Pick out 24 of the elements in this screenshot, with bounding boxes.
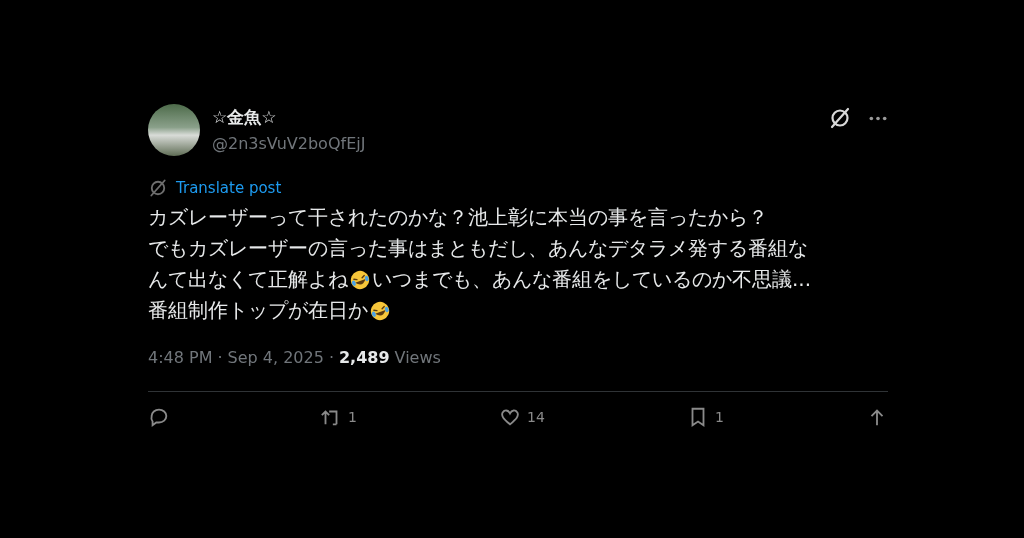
post-text: 番組制作トップが在日か [148,297,368,324]
post-text: でもカズレーザーの言った事はまともだし、あんなデタラメ発する番組な [148,235,808,262]
laughing-face-icon [369,299,391,322]
action-count: 14 [527,409,545,425]
action-count: 1 [348,409,357,425]
post-text: カズレーザーって干されたのかな？池上彰に本当の事を言ったから？ [148,204,768,231]
post-date[interactable]: Sep 4, 2025 [227,348,324,367]
views-count: 2,489 [338,348,390,367]
speech-bubble-icon[interactable] [148,406,170,428]
author-handle[interactable]: @2n3sVuV2boQfEjJ [212,132,366,156]
post-text: いつまでも、あんな番組をしているのか不思議... [372,266,812,293]
post-time[interactable]: 4:48 PM [148,348,213,367]
more-options-icon[interactable] [868,114,888,122]
slashed-circle-icon [148,178,168,198]
post-text: んて出なくて正解よね [148,266,348,293]
avatar-photo-placeholder[interactable] [148,104,200,156]
laughing-face-icon [349,268,371,291]
separator-dot: · [328,348,334,367]
slashed-circle-icon[interactable] [828,106,852,130]
author-name[interactable]: ☆金魚☆ [212,106,366,128]
action-count: 1 [715,409,724,425]
views-label: Views [394,348,441,367]
translate-post-link[interactable]: Translate post [176,179,282,197]
separator-dot: · [217,348,223,367]
